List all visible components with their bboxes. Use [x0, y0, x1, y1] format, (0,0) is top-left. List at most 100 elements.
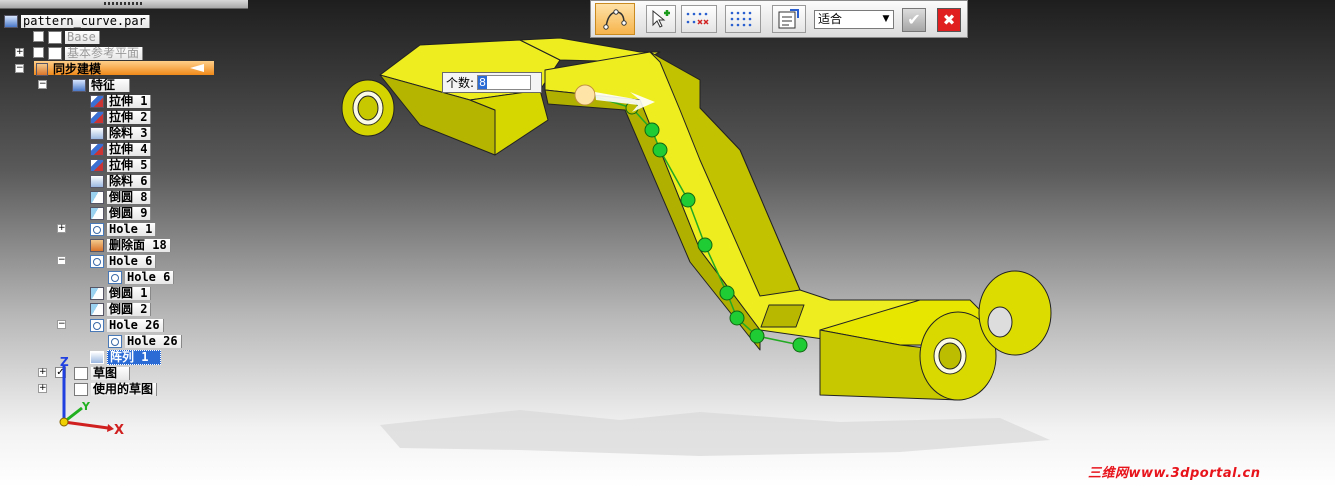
feature-label: 倒圆 1 [107, 286, 152, 300]
expand-icon[interactable]: + [38, 384, 47, 393]
pattern-count-label: 个数: [446, 76, 475, 90]
round-icon [90, 206, 104, 220]
cancel-button[interactable]: ✖ [937, 8, 961, 32]
grid-points-icon [730, 11, 752, 27]
hole-icon [90, 254, 104, 268]
round-icon [90, 286, 104, 300]
x-axis [63, 420, 109, 430]
feature-item[interactable]: 拉伸 1 [90, 94, 152, 108]
feature-item[interactable]: 倒圆 9 [90, 206, 152, 220]
expand-icon[interactable]: + [57, 224, 66, 233]
extrude-icon [90, 94, 104, 108]
extrude-icon [90, 142, 104, 156]
tree-item-features[interactable]: 特征 [72, 78, 131, 92]
tree-item-sync[interactable]: 同步建模 [36, 62, 104, 76]
feature-label: Hole 6 [107, 254, 157, 268]
feature-item[interactable]: 倒圆 2 [90, 302, 152, 316]
collapse-icon[interactable]: − [57, 320, 66, 329]
add-point-button[interactable] [646, 5, 676, 33]
pattern-count-value: 8 [478, 76, 488, 89]
collapse-icon[interactable]: − [38, 80, 47, 89]
feature-label: Hole 1 [107, 222, 157, 236]
feature-item[interactable]: 除料 3 [90, 126, 152, 140]
tree-item-features-label: 特征 [89, 78, 131, 92]
close-icon: ✖ [942, 11, 956, 29]
y-axis-label: Y [81, 400, 91, 413]
accept-button[interactable]: ✔ [902, 8, 926, 32]
delete-face-icon [90, 238, 104, 252]
collapse-icon[interactable]: − [15, 64, 24, 73]
feature-item[interactable]: 倒圆 1 [90, 286, 152, 300]
feature-label: Hole 26 [125, 334, 182, 348]
site-watermark: 三维网www.3dportal.cn [1088, 466, 1261, 481]
feature-label: 倒圆 8 [107, 190, 152, 204]
tree-root-label: pattern_curve.par [21, 14, 150, 28]
pattern-count-input[interactable]: 8 [477, 75, 532, 90]
feature-label: 删除面 18 [107, 238, 171, 252]
expand-icon[interactable]: + [38, 368, 47, 377]
feature-item[interactable]: 拉伸 5 [90, 158, 152, 172]
feature-item[interactable]: Hole 1 [90, 222, 157, 236]
plane-icon [48, 46, 62, 60]
delete-occurrence-button[interactable] [681, 5, 717, 33]
base-checkbox[interactable] [33, 31, 44, 42]
cursor-add-icon [652, 9, 670, 28]
feature-item[interactable]: 除料 6 [90, 174, 152, 188]
feature-item[interactable]: 拉伸 4 [90, 142, 152, 156]
z-axis-label: Z [60, 356, 69, 369]
feature-label: 拉伸 2 [107, 110, 152, 124]
tree-item-base[interactable]: Base [48, 30, 100, 44]
extrude-icon [90, 110, 104, 124]
feature-label: 拉伸 1 [107, 94, 152, 108]
hole-icon [90, 222, 104, 236]
sync-icon [36, 62, 48, 76]
feature-label: 倒圆 2 [107, 302, 152, 316]
feature-item[interactable]: 倒圆 8 [90, 190, 152, 204]
cut-icon [90, 126, 104, 140]
feature-item[interactable]: Hole 26 [108, 334, 182, 348]
extrude-icon [90, 158, 104, 172]
pattern-count-box: 个数: 8 [442, 72, 542, 93]
ref-planes-checkbox[interactable] [33, 47, 44, 58]
tree-item-sync-label: 同步建模 [53, 61, 102, 76]
feature-label: 拉伸 5 [107, 158, 152, 172]
feature-label: 除料 6 [107, 174, 152, 188]
feature-label: 除料 3 [107, 126, 152, 140]
cut-icon [90, 174, 104, 188]
tree-root[interactable]: pattern_curve.par [4, 14, 150, 28]
features-icon [72, 78, 86, 92]
feature-label: Hole 26 [107, 318, 164, 332]
coordinate-triad: Z Y X [59, 356, 124, 436]
fit-option-select[interactable]: 适合 ▼ [814, 10, 894, 29]
pattern-fill-button[interactable] [725, 5, 761, 33]
feature-label: Hole 6 [125, 270, 175, 284]
floor-reflection [380, 410, 1050, 456]
x-axis-label: X [114, 423, 124, 436]
right-boss-back [978, 270, 1052, 356]
pattern-command-bar: 适合 ▼ ✔ ✖ [590, 0, 968, 38]
curve-step-icon [603, 9, 627, 30]
check-icon: ✔ [907, 10, 921, 29]
options-form-icon [778, 9, 799, 29]
feature-label: 拉伸 4 [107, 142, 152, 156]
part-icon [4, 14, 18, 28]
collapse-icon[interactable]: − [57, 256, 66, 265]
feature-item[interactable]: Hole 26 [90, 318, 164, 332]
feature-item[interactable]: 拉伸 2 [90, 110, 152, 124]
round-icon [90, 302, 104, 316]
select-curve-step-button[interactable] [595, 3, 635, 35]
feature-item[interactable]: Hole 6 [90, 254, 157, 268]
tree-item-ref-planes[interactable]: 基本参考平面 [48, 46, 144, 60]
pattern-options-button[interactable] [772, 5, 806, 33]
fit-option-value: 适合 [818, 12, 843, 26]
feature-item[interactable]: Hole 6 [108, 270, 175, 284]
feature-item[interactable]: 删除面 18 [90, 238, 171, 252]
hole-icon [90, 318, 104, 332]
coord-system-icon [48, 30, 62, 44]
feature-tree: pattern_curve.par Base + 基本参考平面 − 同步建模 −… [0, 12, 260, 412]
feature-label: 倒圆 9 [107, 206, 152, 220]
grid-delete-icon [686, 12, 709, 25]
chevron-down-icon: ▼ [882, 14, 890, 24]
expand-icon[interactable]: + [15, 48, 24, 57]
tree-item-ref-planes-label: 基本参考平面 [65, 46, 144, 60]
